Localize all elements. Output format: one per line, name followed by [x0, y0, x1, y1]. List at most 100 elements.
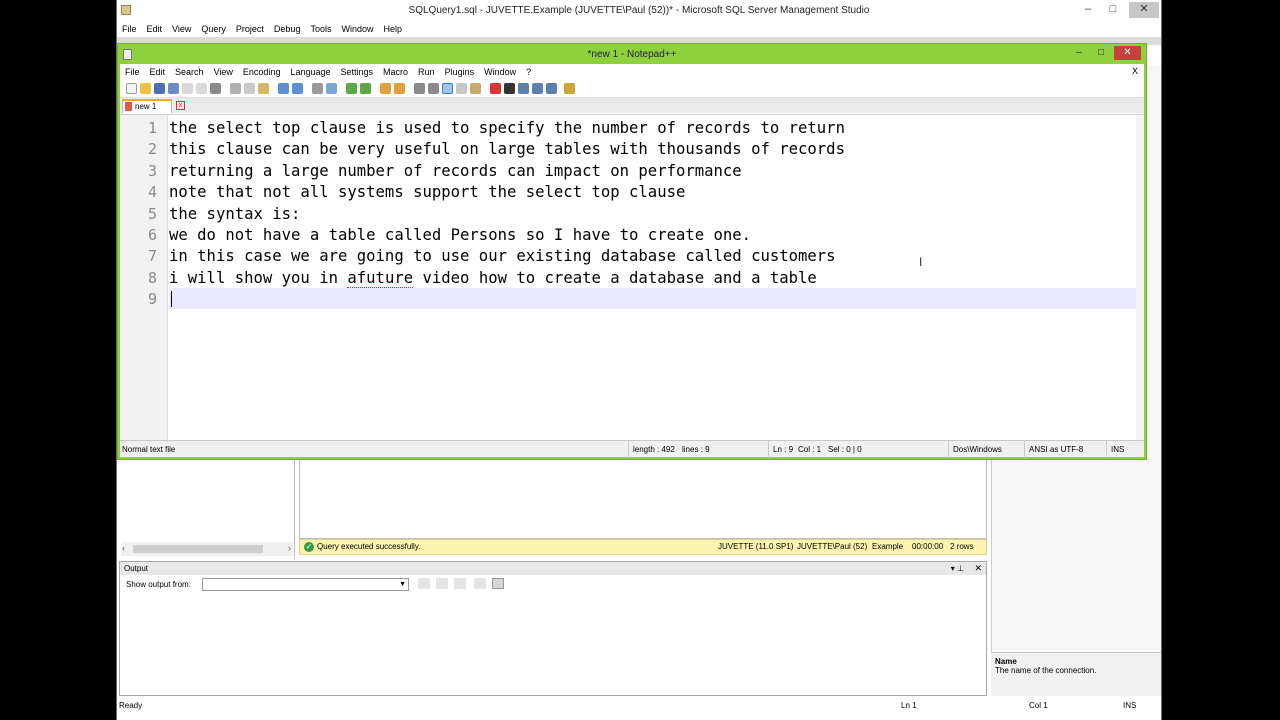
ssms-maximize-button[interactable]: □ [1102, 2, 1124, 18]
new-file-icon[interactable] [126, 83, 137, 94]
user-language-icon[interactable] [456, 83, 467, 94]
npp-menu-plugins[interactable]: Plugins [440, 64, 480, 80]
editor-line-8[interactable]: i will show you in afuture video how to … [169, 268, 817, 289]
editor-line[interactable]: in this case we are going to use our exi… [169, 246, 836, 267]
npp-menu-settings[interactable]: Settings [336, 64, 379, 80]
output-close-icon[interactable]: ✕ [974, 562, 982, 575]
line-number: 5 [147, 205, 157, 223]
editor-line[interactable]: returning a large number of records can … [169, 161, 742, 182]
editor-line[interactable]: this clause can be very useful on large … [169, 139, 845, 160]
ssms-menu-query[interactable]: Query [196, 21, 231, 37]
npp-menu-edit[interactable]: Edit [145, 64, 171, 80]
npp-menu-macro[interactable]: Macro [378, 64, 413, 80]
stop-record-icon[interactable] [504, 83, 515, 94]
npp-titlebar: *new 1 - Notepad++ – □ ✕ [120, 46, 1144, 64]
ssms-menu-debug[interactable]: Debug [269, 21, 306, 37]
ibeam-cursor-icon: I [919, 255, 923, 269]
find-message-icon[interactable] [418, 578, 430, 589]
clear-all-icon[interactable] [474, 578, 486, 589]
npp-menu-help[interactable]: ? [521, 64, 536, 80]
sync-vertical-icon[interactable] [380, 83, 391, 94]
ssms-menu-project[interactable]: Project [231, 21, 269, 37]
undo-icon[interactable] [278, 83, 289, 94]
ssms-menu-tools[interactable]: Tools [305, 21, 336, 37]
redo-icon[interactable] [292, 83, 303, 94]
save-all-icon[interactable] [168, 83, 179, 94]
editor-line[interactable]: the syntax is: [169, 204, 300, 225]
ssms-menu-help[interactable]: Help [378, 21, 407, 37]
npp-menu-view[interactable]: View [209, 64, 238, 80]
object-explorer-hscroll[interactable]: ‹ › [121, 542, 293, 556]
npp-maximize-button[interactable]: □ [1090, 46, 1112, 60]
ssms-menu-file[interactable]: File [117, 21, 142, 37]
zoom-out-icon[interactable] [360, 83, 371, 94]
sync-horizontal-icon[interactable] [394, 83, 405, 94]
npp-menu-file[interactable]: File [120, 64, 145, 80]
go-to-next-icon[interactable] [454, 578, 466, 589]
editor-line[interactable]: the select top clause is used to specify… [169, 118, 845, 139]
run-macro-multiple-icon[interactable] [532, 83, 543, 94]
ssms-menu-window[interactable]: Window [336, 21, 378, 37]
scroll-right-icon[interactable]: › [288, 543, 291, 553]
open-file-icon[interactable] [140, 83, 151, 94]
npp-status-type: Normal text file [122, 445, 176, 454]
go-to-previous-icon[interactable] [436, 578, 448, 589]
npp-close-document-button[interactable]: X [1132, 66, 1138, 76]
ssms-menu-view[interactable]: View [167, 21, 196, 37]
doc-map-icon[interactable] [470, 83, 481, 94]
scroll-thumb[interactable] [133, 545, 263, 553]
ssms-status-ln: Ln 1 [901, 701, 917, 710]
scroll-left-icon[interactable]: ‹ [122, 543, 125, 553]
results-grid [299, 459, 987, 539]
npp-editor[interactable]: 1 2 3 4 5 6 7 8 9 the select top clause … [120, 114, 1144, 440]
save-macro-icon[interactable] [546, 83, 557, 94]
npp-minimize-button[interactable]: – [1068, 46, 1090, 60]
playback-macro-icon[interactable] [518, 83, 529, 94]
query-status-user: JUVETTE\Paul (52) [797, 542, 868, 551]
ssms-close-button[interactable]: ✕ [1129, 2, 1159, 18]
record-macro-icon[interactable] [490, 83, 501, 94]
paste-icon[interactable] [258, 83, 269, 94]
output-title: Output [124, 564, 149, 573]
close-file-icon[interactable] [182, 83, 193, 94]
word-wrap-icon[interactable] [414, 83, 425, 94]
npp-menu-language[interactable]: Language [285, 64, 335, 80]
output-pin-icon[interactable]: ▾ ⊥ [951, 562, 964, 575]
output-source-select[interactable]: ▼ [202, 578, 409, 591]
ssms-minimize-button[interactable]: – [1077, 2, 1099, 18]
plugin-icon[interactable] [564, 83, 575, 94]
line-number: 3 [147, 162, 157, 180]
find-icon[interactable] [312, 83, 323, 94]
npp-menu-window[interactable]: Window [479, 64, 521, 80]
npp-tabbar: new 1 x [120, 98, 1144, 113]
zoom-in-icon[interactable] [346, 83, 357, 94]
close-all-icon[interactable] [196, 83, 207, 94]
tab-label: new 1 [135, 102, 157, 111]
editor-line[interactable]: note that not all systems support the se… [169, 182, 685, 203]
show-output-from-label: Show output from: [126, 580, 191, 589]
npp-statusbar: Normal text file length : 492 lines : 9 … [120, 440, 1144, 458]
properties-help: Name The name of the connection. [991, 652, 1161, 696]
npp-status-mode: INS [1106, 441, 1124, 458]
copy-icon[interactable] [244, 83, 255, 94]
npp-vertical-scrollbar[interactable] [1136, 115, 1144, 440]
editor-line[interactable]: we do not have a table called Persons so… [169, 225, 751, 246]
tab-new-1[interactable]: new 1 x [122, 99, 185, 113]
indent-guide-icon[interactable] [442, 83, 453, 94]
ssms-menubar: File Edit View Query Project Debug Tools Window… [117, 21, 1161, 37]
word-wrap-icon[interactable] [492, 578, 504, 589]
npp-window-title: *new 1 - Notepad++ [587, 49, 677, 60]
show-all-chars-icon[interactable] [428, 83, 439, 94]
cut-icon[interactable] [230, 83, 241, 94]
npp-close-button[interactable]: ✕ [1114, 46, 1141, 60]
npp-menu-encoding[interactable]: Encoding [238, 64, 286, 80]
line-number: 7 [147, 247, 157, 265]
npp-menu-search[interactable]: Search [170, 64, 209, 80]
save-icon[interactable] [154, 83, 165, 94]
ssms-titlebar: SQLQuery1.sql - JUVETTE.Example (JUVETTE… [117, 0, 1161, 21]
ssms-menu-edit[interactable]: Edit [142, 21, 168, 37]
print-icon[interactable] [210, 83, 221, 94]
tab-close-icon[interactable]: x [176, 101, 185, 110]
npp-menu-run[interactable]: Run [413, 64, 440, 80]
replace-icon[interactable] [326, 83, 337, 94]
